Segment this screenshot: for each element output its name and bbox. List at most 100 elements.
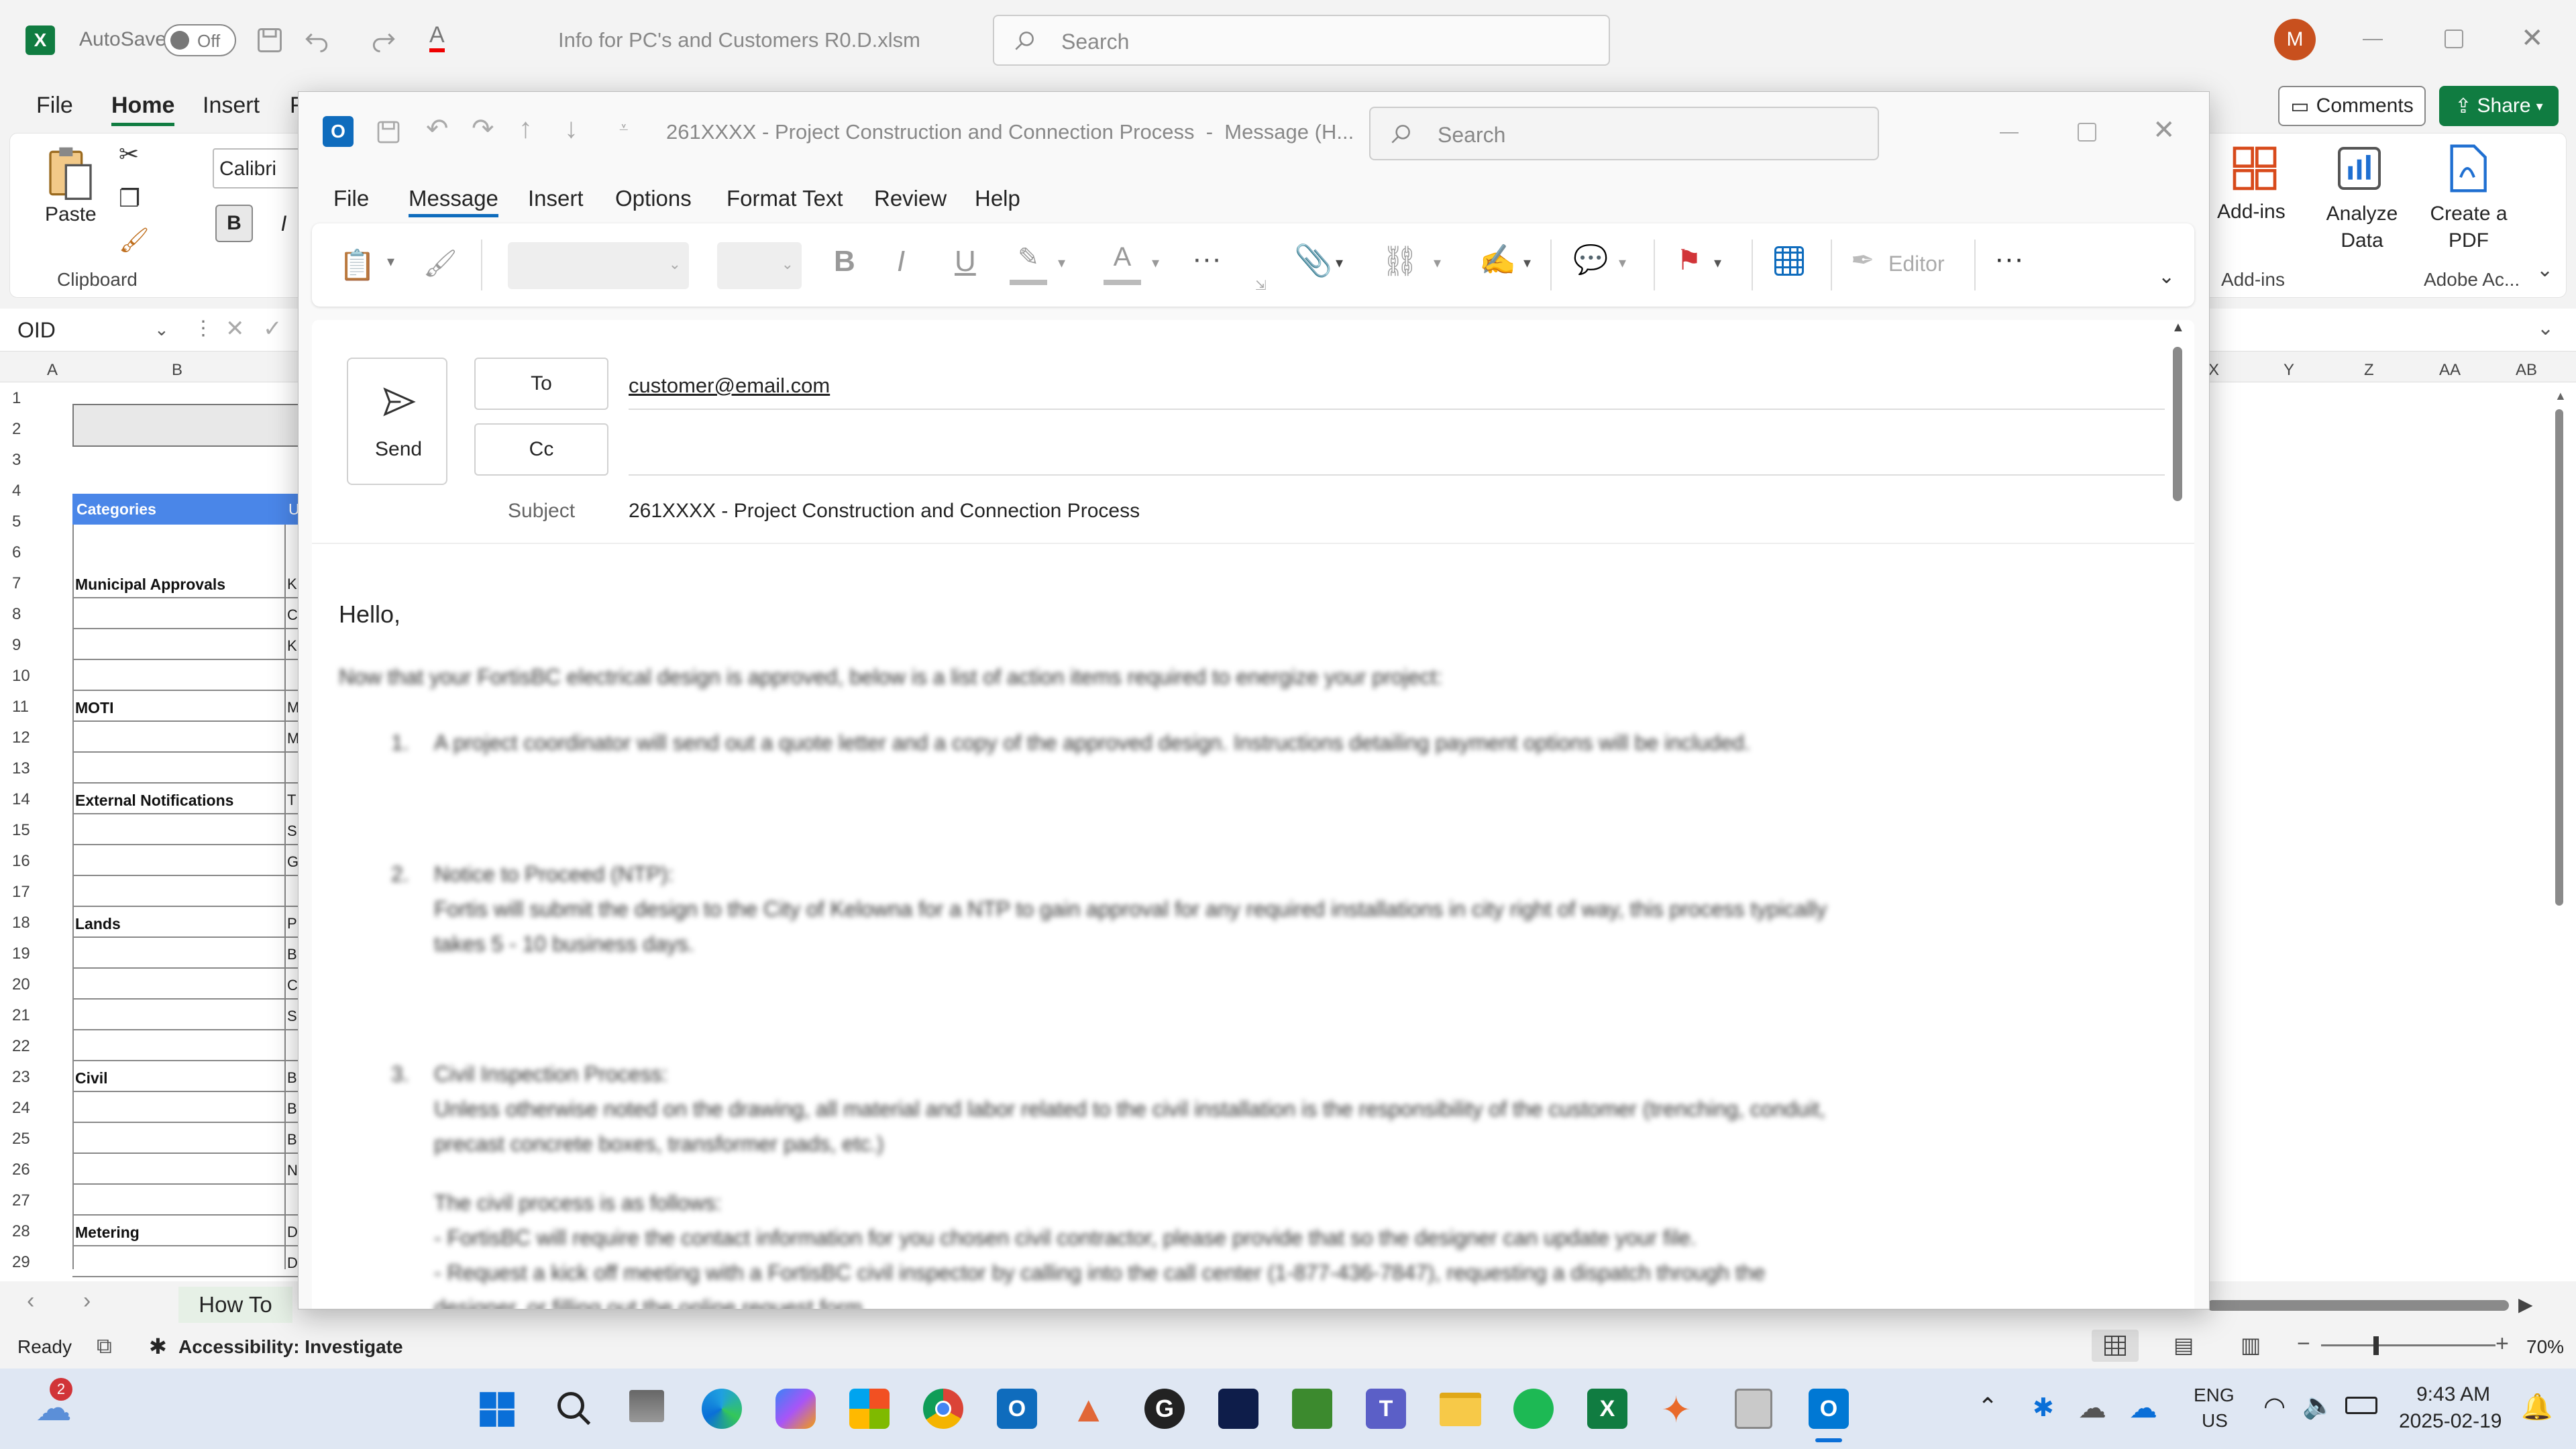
intro-paragraph[interactable]: Now that your FortisBC electrical design… [339, 665, 1442, 690]
close-icon[interactable]: ✕ [2521, 23, 2544, 54]
name-box[interactable]: OID [17, 318, 56, 343]
dialog-launcher-icon[interactable]: ⇲ [1255, 277, 1267, 294]
create-pdf-label[interactable]: Create a PDF [2425, 201, 2512, 254]
prev-sheet-icon[interactable]: ‹ [27, 1288, 34, 1314]
column-c-cell[interactable]: D [287, 1254, 298, 1272]
maximize-icon[interactable] [2078, 123, 2096, 142]
onedrive-icon[interactable]: ☁ [2078, 1391, 2106, 1424]
row-header[interactable]: 10 [0, 667, 30, 686]
row-header[interactable]: 21 [0, 1006, 30, 1025]
font-color-icon[interactable]: A [429, 21, 445, 52]
confirm-formula-icon[interactable]: ✓ [263, 315, 282, 342]
highlight-icon[interactable]: ✎ [1010, 242, 1047, 285]
outlook-tab-options[interactable]: Options [615, 186, 692, 211]
editor-icon[interactable]: ✒ [1851, 244, 1874, 276]
analyze-data-icon[interactable] [2332, 142, 2386, 195]
column-c-cell[interactable]: B [287, 1131, 297, 1148]
minimize-icon[interactable] [2000, 132, 2019, 133]
down-arrow-icon[interactable]: ↓ [564, 112, 578, 144]
col-header-aa[interactable]: AA [2439, 361, 2461, 380]
row-header[interactable]: 27 [0, 1191, 30, 1210]
list-item-3-title[interactable]: Civil Inspection Process: [434, 1062, 668, 1087]
addins-label[interactable]: Add-ins [2217, 201, 2286, 223]
compose-scrollbar[interactable]: ▲ [2167, 320, 2188, 1309]
notification-bell-icon[interactable]: 🔔 [2521, 1393, 2553, 1422]
up-arrow-icon[interactable]: ↑ [519, 112, 533, 144]
format-painter-icon[interactable]: 🖌 [423, 248, 458, 279]
row-header[interactable]: 22 [0, 1037, 30, 1056]
outlook-tab-insert[interactable]: Insert [528, 186, 584, 211]
paste-icon[interactable]: 📋 [339, 248, 376, 282]
list-item-2-title[interactable]: Notice to Proceed (NTP): [434, 862, 674, 887]
row-header[interactable]: 14 [0, 790, 30, 809]
name-box-chevron-icon[interactable]: ⌄ [154, 319, 169, 340]
restore-icon[interactable] [2445, 30, 2463, 48]
column-c-cell[interactable]: C [287, 977, 298, 994]
close-icon[interactable]: ✕ [2153, 115, 2176, 146]
list-item-3-line-1[interactable]: Unless otherwise noted on the drawing, a… [434, 1097, 1825, 1122]
show-hidden-icons-chevron-icon[interactable]: ⌃ [1978, 1393, 1998, 1421]
zoom-in-icon[interactable]: + [2496, 1331, 2509, 1357]
ribbon-expand-chevron-icon[interactable]: ⌄ [2158, 265, 2175, 288]
cc-field[interactable] [629, 418, 2165, 476]
category-cell[interactable]: Lands [75, 915, 121, 933]
category-cell[interactable]: Civil [75, 1069, 108, 1087]
bold-button[interactable]: B [215, 205, 253, 242]
row-header[interactable]: 18 [0, 914, 30, 932]
outlook-new-icon[interactable]: O [997, 1389, 1037, 1429]
clock-date[interactable]: 2025-02-19 [2399, 1410, 2502, 1433]
windows-start-icon[interactable] [476, 1389, 518, 1430]
share-button[interactable]: ⇪ Share ▾ [2439, 86, 2559, 126]
editor-label[interactable]: Editor [1888, 252, 1945, 276]
spotify-icon[interactable] [1513, 1389, 1554, 1429]
voice-comment-icon[interactable]: 💬 [1573, 244, 1608, 276]
disney-plus-icon[interactable] [1218, 1389, 1258, 1429]
list-item-1-text[interactable]: A project coordinator will send out a qu… [434, 731, 1750, 755]
column-c-cell[interactable]: N [287, 1162, 298, 1179]
paste-icon[interactable] [44, 143, 97, 203]
row-header[interactable]: 1 [0, 389, 30, 408]
row-header[interactable]: 17 [0, 883, 30, 902]
italic-button[interactable]: I [265, 205, 303, 242]
cut-icon[interactable]: ✂ [119, 140, 139, 168]
more-formatting-icon[interactable]: ··· [1192, 242, 1222, 276]
list-item-2-line-1[interactable]: Fortis will submit the design to the Cit… [434, 897, 1827, 922]
category-cell[interactable]: Municipal Approvals [75, 576, 225, 594]
column-c-cell[interactable]: S [287, 822, 297, 840]
outlook-tab-review[interactable]: Review [874, 186, 947, 211]
flag-chevron-icon[interactable]: ▾ [1714, 254, 1721, 272]
civil-step-2[interactable]: - Request a kick off meeting with a Fort… [434, 1260, 1765, 1285]
col-header-y[interactable]: Y [2284, 361, 2294, 380]
undo-icon[interactable]: ↶ [426, 113, 449, 144]
categories-header-cell[interactable]: Categories [72, 494, 287, 525]
category-cell[interactable]: MOTI [75, 699, 114, 717]
row-header[interactable]: 19 [0, 945, 30, 963]
excel-tab-insert[interactable]: Insert [203, 93, 260, 119]
undo-icon[interactable] [302, 25, 331, 55]
wifi-icon[interactable]: ◠ [2263, 1391, 2286, 1421]
underline-icon[interactable]: U [955, 245, 976, 278]
link-icon[interactable]: ⛓ [1381, 244, 1419, 278]
autosave-toggle[interactable]: Off [164, 24, 236, 56]
outlook-tab-file[interactable]: File [333, 186, 369, 211]
language-indicator-line2[interactable]: US [2202, 1410, 2228, 1432]
column-c-cell[interactable]: S [287, 1008, 297, 1025]
merged-title-cell[interactable] [72, 404, 301, 447]
column-c-cell[interactable]: P [287, 915, 297, 932]
font-size-dropdown[interactable]: ⌄ [717, 242, 802, 289]
vertical-scrollbar[interactable]: ▲ [2553, 389, 2567, 1261]
scroll-up-icon[interactable]: ▲ [2171, 320, 2185, 335]
excel-taskbar-icon[interactable]: X [1587, 1389, 1627, 1429]
scroll-right-icon[interactable]: ▶ [2518, 1293, 2533, 1316]
col-header-ab[interactable]: AB [2516, 361, 2537, 380]
row-header[interactable]: 25 [0, 1130, 30, 1148]
font-name-dropdown[interactable]: ⌄ [508, 242, 689, 289]
excel-search-box[interactable]: Search [993, 15, 1610, 66]
cc-button[interactable]: Cc [474, 423, 608, 476]
row-header[interactable]: 8 [0, 605, 30, 624]
comments-button[interactable]: ▭ Comments [2278, 86, 2426, 126]
row-header[interactable]: 6 [0, 543, 30, 562]
excel-tab-home[interactable]: Home [111, 93, 175, 126]
minimize-icon[interactable] [2363, 39, 2383, 40]
snipping-tool-icon[interactable] [1735, 1389, 1772, 1429]
